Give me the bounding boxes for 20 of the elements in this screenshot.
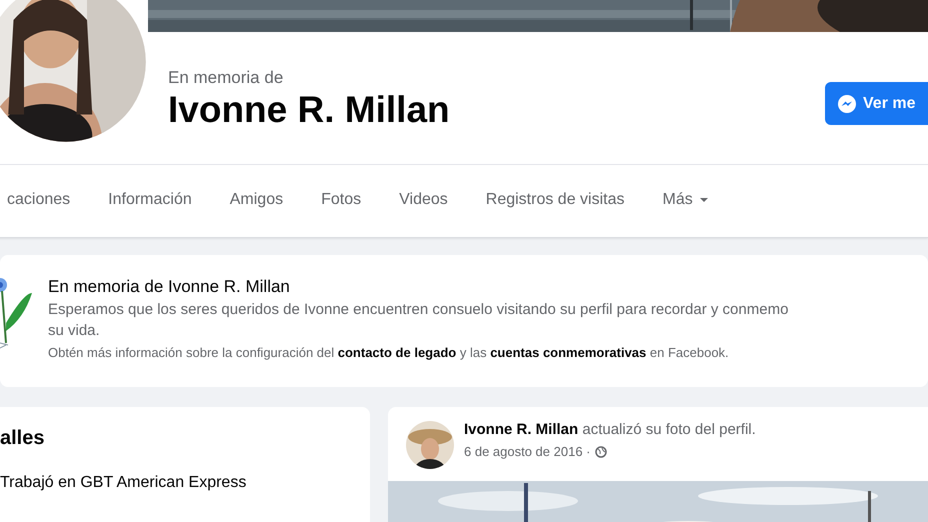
memorial-title: En memoria de Ivonne R. Millan (48, 276, 291, 298)
messenger-icon (837, 94, 857, 114)
memorial-label: En memoria de (168, 68, 284, 88)
details-title: alles (0, 427, 46, 450)
detail-item: Trabajó en GBT American Express (0, 474, 248, 492)
profile-name: Ivonne R. Millan (168, 90, 451, 130)
post-date[interactable]: 6 de agosto de 2016 · (464, 444, 590, 459)
memorial-description: su vida. (48, 321, 101, 341)
profile-tab[interactable]: Información (89, 178, 211, 224)
profile-tab[interactable]: caciones (0, 178, 90, 224)
profile-tab[interactable]: Registros de visitas (466, 178, 644, 224)
post-headline: Ivonne R. Millan actualizó su foto del perfil. (464, 421, 756, 438)
profile-tab[interactable]: Videos (380, 178, 467, 224)
message-button[interactable]: Ver me (825, 82, 928, 125)
globe-icon (594, 446, 606, 458)
profile-tab[interactable]: Más (643, 178, 728, 224)
profile-tab[interactable]: Fotos (302, 178, 380, 224)
memorial-info: Obtén más información sobre la configuración del contacto de legado y las cuentas conmemorativas en Facebook. (48, 345, 730, 360)
memorial-description: Esperamos que los seres queridos de Ivonne encuentren consuelo visitando su perfil para recordar y conmemo (48, 300, 788, 320)
profile-tab[interactable]: Amigos (210, 178, 302, 224)
